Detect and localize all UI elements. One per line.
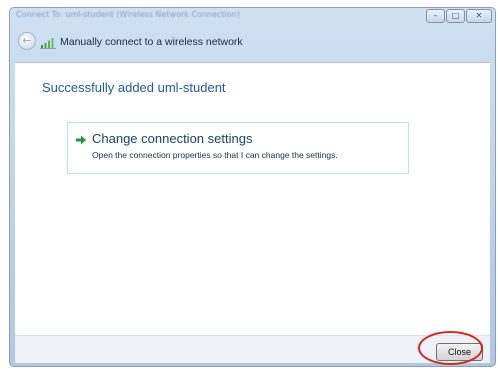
change-connection-settings-option[interactable]: Change connection settings Open the conn… xyxy=(67,122,409,174)
wizard-header-title: Manually connect to a wireless network xyxy=(60,36,243,48)
success-message: Successfully added uml-student xyxy=(42,80,226,95)
maximize-button[interactable]: □ xyxy=(446,9,465,23)
wireless-network-icon xyxy=(40,38,56,49)
window-close-button[interactable]: ✕ xyxy=(466,9,492,23)
window-controls: – □ ✕ xyxy=(426,9,492,23)
minimize-button[interactable]: – xyxy=(426,9,445,23)
green-arrow-icon xyxy=(76,135,86,145)
wizard-window: Connect To: uml-student (Wireless Networ… xyxy=(9,7,496,367)
back-arrow-icon[interactable]: ← xyxy=(18,32,36,50)
wizard-footer: Close xyxy=(15,335,490,363)
window-title: Connect To: uml-student (Wireless Networ… xyxy=(16,10,240,19)
wizard-content: Successfully added uml-student Change co… xyxy=(15,62,490,335)
close-button[interactable]: Close xyxy=(436,343,483,361)
option-description: Open the connection properties so that I… xyxy=(92,150,338,160)
option-title: Change connection settings xyxy=(92,131,253,146)
